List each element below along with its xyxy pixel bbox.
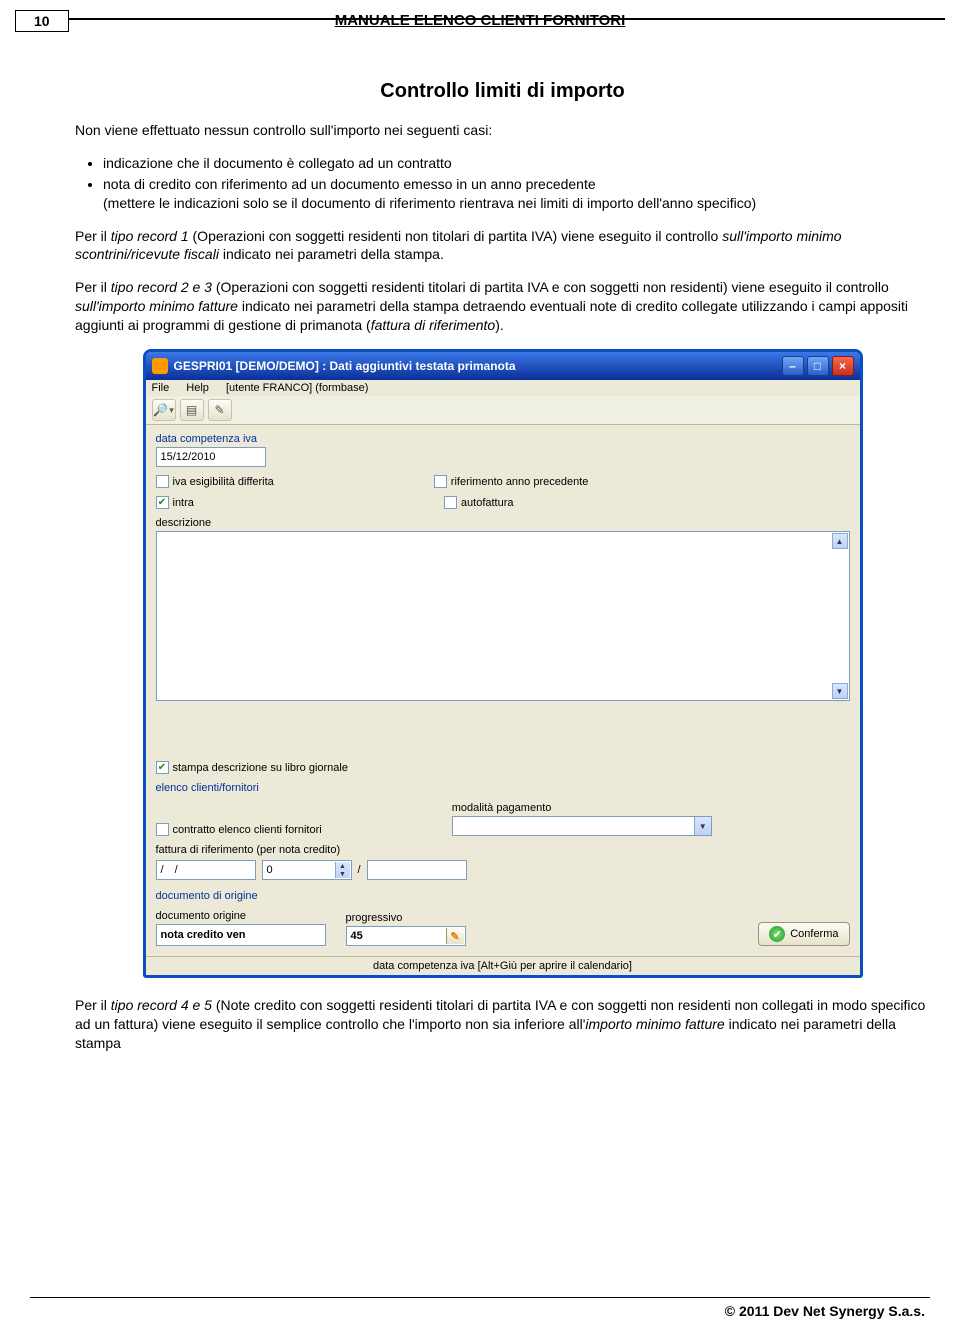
- checkbox-riferimento-anno[interactable]: riferimento anno precedente: [434, 475, 589, 488]
- statusbar: data competenza iva [Alt+Giù per aprire …: [146, 956, 860, 975]
- scroll-down-icon[interactable]: ▼: [832, 683, 848, 699]
- checkbox-autofattura[interactable]: autofattura: [444, 496, 514, 509]
- checkbox-icon: ✔: [156, 496, 169, 509]
- pencil-icon[interactable]: ✎: [446, 928, 464, 944]
- progressivo-field[interactable]: 45 ✎: [346, 926, 466, 946]
- documento-origine-field[interactable]: nota credito ven: [156, 924, 326, 946]
- footer-rule: [30, 1297, 930, 1298]
- close-button[interactable]: ×: [832, 356, 854, 376]
- separator: /: [358, 864, 361, 876]
- fattura-suffix-field[interactable]: [367, 860, 467, 880]
- label-progressivo: progressivo: [346, 912, 466, 924]
- content: Controllo limiti di importo Non viene ef…: [75, 80, 930, 1067]
- chevron-down-icon: ▼: [694, 817, 711, 835]
- field-value: 0: [267, 864, 273, 876]
- checkbox-stampa-giornale[interactable]: ✔ stampa descrizione su libro giornale: [156, 761, 850, 774]
- description-textarea[interactable]: ▲ ▼: [156, 531, 850, 701]
- checkbox-label: autofattura: [461, 497, 514, 509]
- scroll-up-icon[interactable]: ▲: [832, 533, 848, 549]
- checkbox-iva-differita[interactable]: iva esigibilità differita: [156, 475, 274, 488]
- label-fattura-riferimento: fattura di riferimento (per nota credito…: [156, 844, 850, 856]
- toolbar-binoculars-icon[interactable]: 🔎▾: [152, 399, 176, 421]
- fattura-date-field[interactable]: / /: [156, 860, 256, 880]
- paragraph-record1: Per il tipo record 1 (Operazioni con sog…: [75, 227, 930, 265]
- toolbar: 🔎▾ ▤ ✎: [146, 396, 860, 425]
- window-title: GESPRI01 [DEMO/DEMO] : Dati aggiuntivi t…: [174, 359, 516, 373]
- menu-help[interactable]: Help: [186, 382, 209, 394]
- menubar: File Help [utente FRANCO] (formbase): [146, 380, 860, 396]
- checkbox-label: riferimento anno precedente: [451, 476, 589, 488]
- label-documento-origine-hdr: documento di origine: [156, 890, 850, 902]
- menu-user-info: [utente FRANCO] (formbase): [226, 382, 368, 394]
- confirm-button[interactable]: ✔ Conferma: [758, 922, 849, 946]
- menu-file[interactable]: File: [152, 382, 170, 394]
- bullet-list: indicazione che il documento è collegato…: [103, 154, 930, 213]
- label-data-competenza: data competenza iva: [156, 433, 850, 445]
- minimize-button[interactable]: –: [782, 356, 804, 376]
- paragraph-record45: Per il tipo record 4 e 5 (Note credito c…: [75, 996, 930, 1053]
- paragraph-record23: Per il tipo record 2 e 3 (Operazioni con…: [75, 278, 930, 335]
- toolbar-note-icon[interactable]: ✎: [208, 399, 232, 421]
- maximize-button[interactable]: □: [807, 356, 829, 376]
- list-item: indicazione che il documento è collegato…: [103, 154, 930, 173]
- footer-copyright: © 2011 Dev Net Synergy S.a.s.: [725, 1303, 925, 1319]
- checkbox-label: stampa descrizione su libro giornale: [173, 762, 348, 774]
- titlebar[interactable]: GESPRI01 [DEMO/DEMO] : Dati aggiuntivi t…: [146, 352, 860, 380]
- check-icon: ✔: [769, 926, 785, 942]
- checkbox-contratto-elenco[interactable]: contratto elenco clienti fornitori: [156, 823, 322, 836]
- checkbox-icon: [156, 823, 169, 836]
- checkbox-label: iva esigibilità differita: [173, 476, 274, 488]
- app-icon: [152, 358, 168, 374]
- label-modalita-pagamento: modalità pagamento: [452, 802, 712, 814]
- checkbox-intra[interactable]: ✔ intra: [156, 496, 194, 509]
- app-window: GESPRI01 [DEMO/DEMO] : Dati aggiuntivi t…: [143, 349, 863, 978]
- section-heading: Controllo limiti di importo: [75, 80, 930, 103]
- date-field[interactable]: 15/12/2010: [156, 447, 266, 467]
- checkbox-icon: ✔: [156, 761, 169, 774]
- field-value: 45: [351, 930, 363, 942]
- label-elenco: elenco clienti/fornitori: [156, 782, 850, 794]
- label-descrizione: descrizione: [156, 517, 850, 529]
- header-title: MANUALE ELENCO CLIENTI FORNITORI: [0, 12, 960, 29]
- checkbox-icon: [156, 475, 169, 488]
- form-panel: data competenza iva 15/12/2010 iva esigi…: [146, 425, 860, 956]
- label-documento-origine: documento origine: [156, 910, 326, 922]
- intro-line: Non viene effettuato nessun controllo su…: [75, 121, 930, 140]
- toolbar-document-icon[interactable]: ▤: [180, 399, 204, 421]
- dropdown-modalita-pagamento[interactable]: ▼: [452, 816, 712, 836]
- list-item: nota di credito con riferimento ad un do…: [103, 175, 930, 213]
- bullet-text: (mettere le indicazioni solo se il docum…: [103, 195, 756, 211]
- bullet-text: nota di credito con riferimento ad un do…: [103, 176, 596, 192]
- fattura-number-field[interactable]: 0 ▲▼: [262, 860, 352, 880]
- checkbox-icon: [444, 496, 457, 509]
- checkbox-icon: [434, 475, 447, 488]
- button-label: Conferma: [790, 928, 838, 940]
- checkbox-label: intra: [173, 497, 194, 509]
- spinner-icon[interactable]: ▲▼: [335, 862, 350, 878]
- checkbox-label: contratto elenco clienti fornitori: [173, 824, 322, 836]
